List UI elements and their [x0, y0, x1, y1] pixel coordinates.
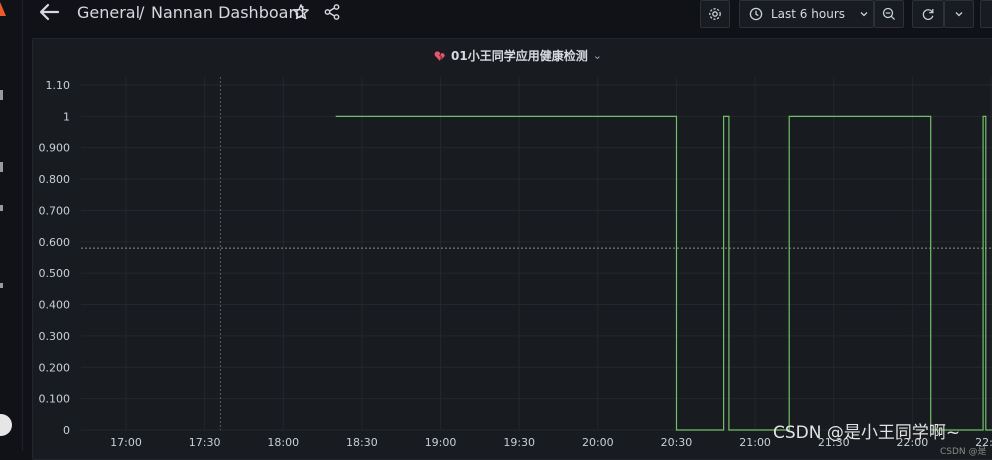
- y-tick-label: 0.200: [39, 361, 71, 374]
- time-range-label: Last 6 hours: [771, 7, 845, 21]
- x-tick-label: 21:00: [739, 436, 771, 449]
- time-series-chart[interactable]: 0 0.100 0.200 0.300 0.400 0.500 0.600 0.700 0.80…: [33, 39, 992, 459]
- refresh-interval-dropdown[interactable]: [944, 0, 974, 28]
- sidebar-item[interactable]: [0, 283, 3, 288]
- gear-icon: [708, 7, 722, 21]
- more-button[interactable]: [980, 0, 992, 28]
- chevron-down-icon: [859, 9, 869, 19]
- dashboard-title[interactable]: Nannan Dashboard: [151, 3, 305, 22]
- breadcrumb-folder[interactable]: General: [77, 3, 140, 22]
- y-tick-label: 0.600: [39, 236, 71, 249]
- grafana-logo-icon[interactable]: [0, 2, 6, 16]
- x-tick-label: 19:00: [425, 436, 457, 449]
- y-tick-label: 0.800: [39, 173, 71, 186]
- y-tick-label: 1: [63, 110, 70, 123]
- sidebar-item[interactable]: [0, 90, 3, 100]
- refresh-button[interactable]: [912, 0, 944, 28]
- x-tick-label: 17:00: [110, 436, 142, 449]
- breadcrumb-separator: /: [139, 3, 144, 22]
- arrow-left-icon[interactable]: [38, 2, 60, 22]
- sidebar-item[interactable]: [0, 205, 3, 211]
- y-tick-label: 0.100: [39, 393, 71, 406]
- x-tick-label: 20:00: [582, 436, 614, 449]
- avatar[interactable]: [0, 414, 12, 436]
- y-tick-label: 0.700: [39, 204, 71, 217]
- sidebar: [0, 0, 23, 451]
- time-range-picker[interactable]: Last 6 hours: [739, 0, 874, 28]
- y-tick-label: 0.400: [39, 299, 71, 312]
- x-tick-label: 18:00: [267, 436, 299, 449]
- x-tick-label: 19:30: [503, 436, 535, 449]
- zoom-out-icon: [882, 7, 896, 21]
- x-tick-label: 17:30: [189, 436, 221, 449]
- sidebar-item[interactable]: [0, 162, 3, 172]
- y-tick-label: 0.500: [39, 267, 71, 280]
- y-tick-label: 1.10: [46, 79, 71, 92]
- graph-panel: 01小王同学应用健康检测 ⌄ 00.1000.2000.3000.4000.50…: [32, 38, 992, 460]
- y-tick-label: 0.300: [39, 330, 71, 343]
- dashboard-settings-button[interactable]: [700, 0, 730, 28]
- refresh-icon: [921, 7, 935, 21]
- star-icon[interactable]: [292, 3, 310, 21]
- y-tick-label: 0: [63, 424, 70, 437]
- zoom-out-button[interactable]: [874, 0, 904, 28]
- x-tick-label: 20:30: [661, 436, 693, 449]
- y-tick-label: 0.900: [39, 142, 71, 155]
- x-tick-label: 18:30: [346, 436, 378, 449]
- clock-icon: [749, 7, 763, 21]
- watermark: CSDN @是小王同学啊~: [773, 418, 960, 443]
- chevron-down-icon: [954, 9, 964, 19]
- top-navbar: General / Nannan Dashboard Last 6 hours: [22, 0, 992, 30]
- share-icon[interactable]: [323, 3, 341, 21]
